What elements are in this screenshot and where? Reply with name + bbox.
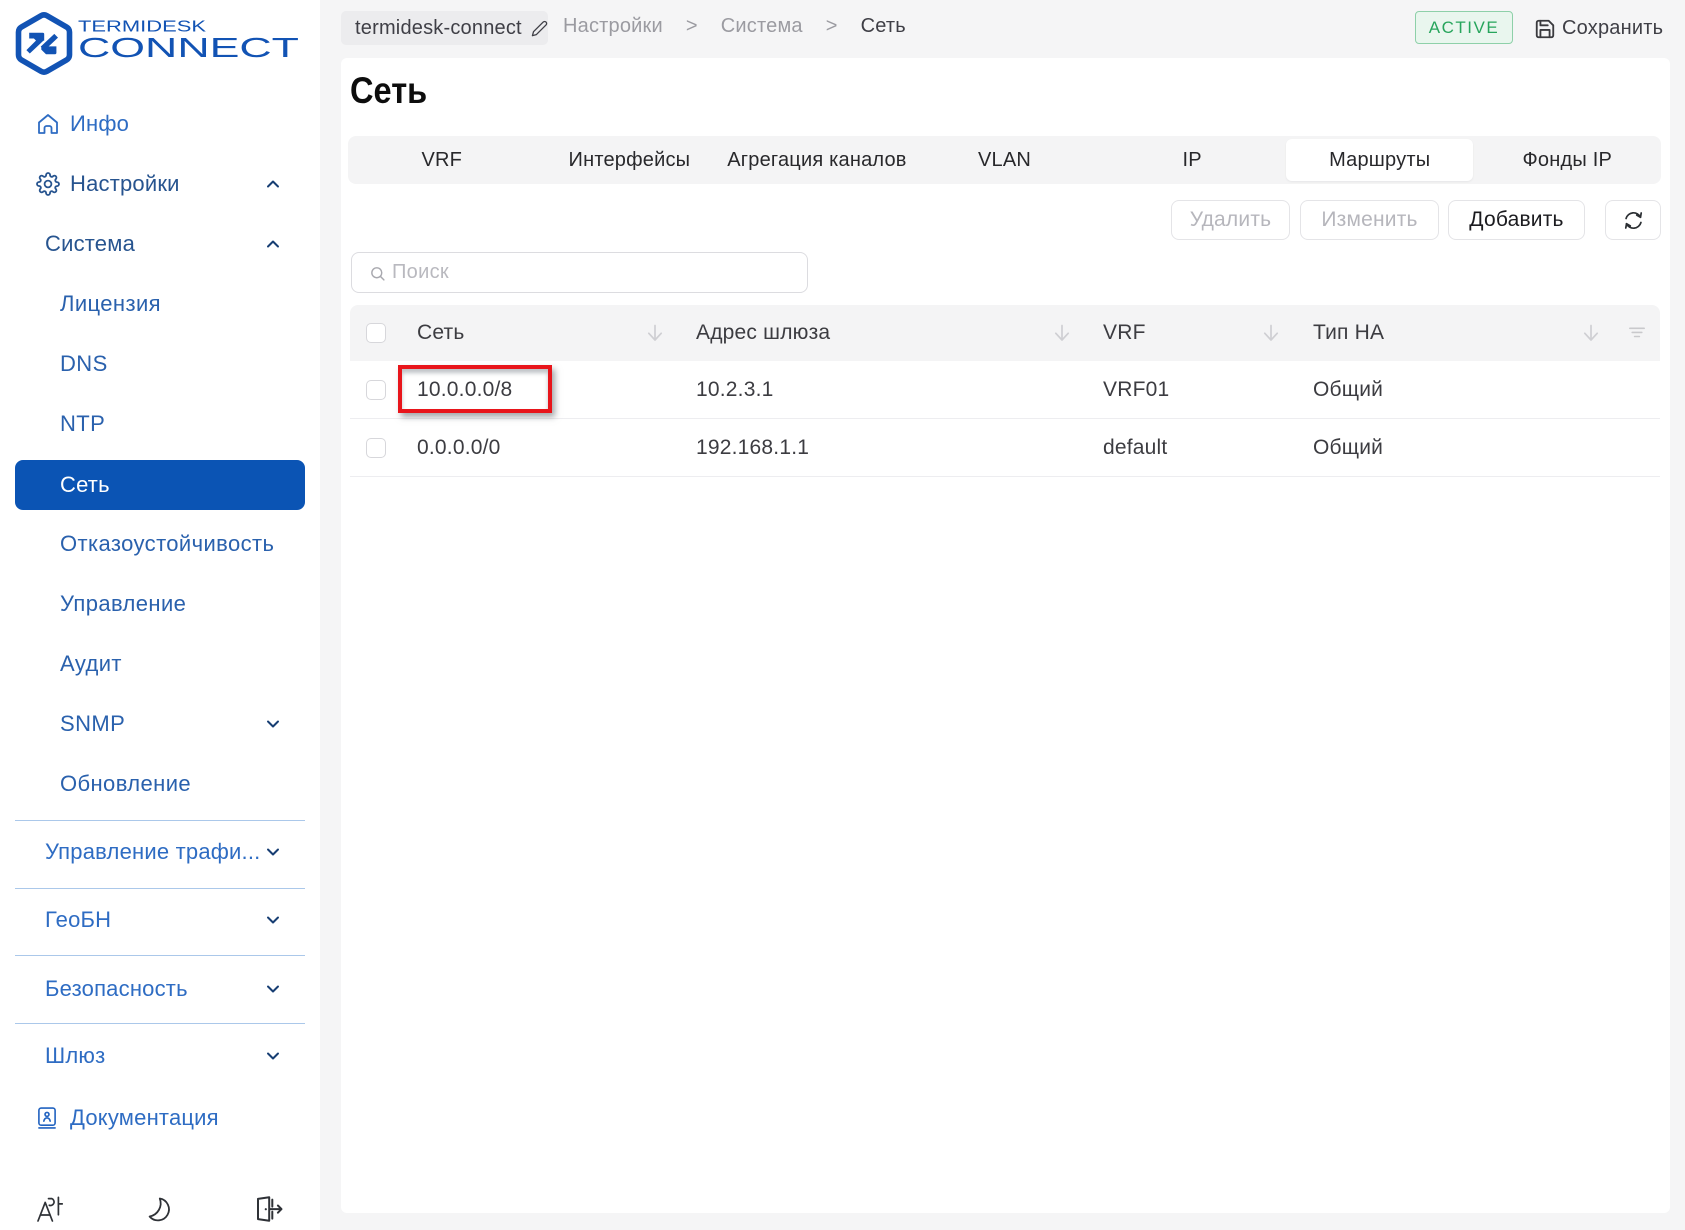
svg-text:CONNECT: CONNECT (78, 32, 299, 63)
